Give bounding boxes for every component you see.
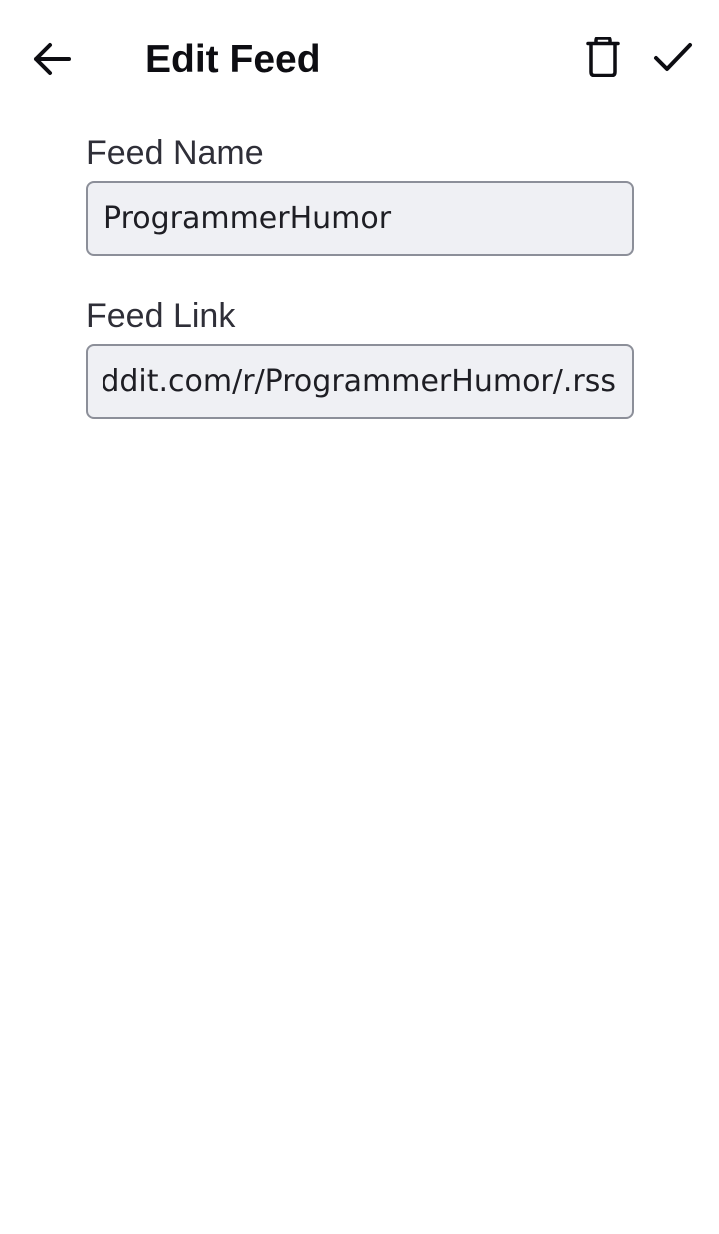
feed-name-label: Feed Name	[86, 134, 264, 172]
trash-icon	[586, 37, 620, 77]
page-title: Edit Feed	[145, 38, 321, 81]
app-bar: Edit Feed	[0, 0, 719, 120]
arrow-left-icon	[34, 43, 71, 75]
check-icon	[654, 43, 692, 71]
back-button[interactable]	[22, 30, 82, 88]
feed-name-input[interactable]	[86, 181, 634, 256]
feed-link-label: Feed Link	[86, 297, 236, 335]
save-button[interactable]	[642, 28, 704, 86]
delete-button[interactable]	[574, 28, 632, 86]
feed-link-input[interactable]	[86, 344, 634, 419]
